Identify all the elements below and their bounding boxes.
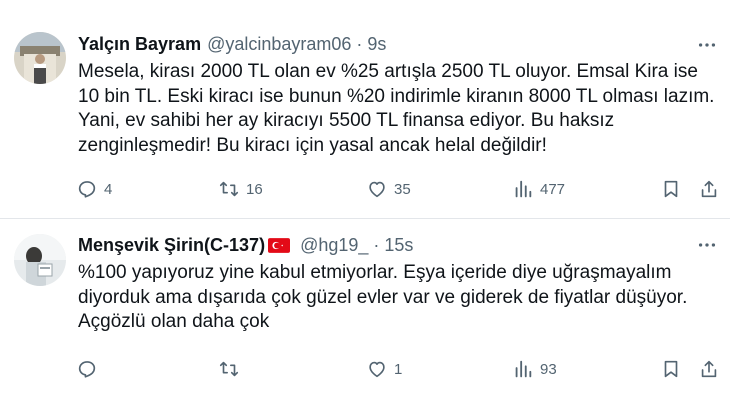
like-button[interactable]: 35	[366, 175, 411, 203]
reply-count: 4	[104, 180, 113, 198]
avatar[interactable]	[14, 32, 66, 84]
turkey-flag-icon	[268, 237, 291, 253]
tweet-text-line: 10 bin TL. Eski kiracı ise bunun %20 ind…	[78, 85, 715, 107]
tweet-text-line: diyorduk ama dışarıda çok güzel evler va…	[78, 286, 688, 308]
more-button[interactable]	[694, 232, 720, 258]
like-icon	[369, 181, 385, 198]
separator-dot: ·	[373, 234, 380, 255]
tweet[interactable]: Yalçın Bayram @yalcinbayram06 · 9s Mesel…	[0, 0, 730, 219]
like-count: 1	[394, 360, 403, 378]
bookmark-icon	[664, 360, 678, 378]
tweet-text: Mesela, kirası 2000 TL olan ev %25 artış…	[78, 60, 718, 158]
author-name[interactable]: Yalçın Bayram	[78, 34, 201, 55]
author-handle[interactable]: @yalcinbayram06	[207, 34, 351, 55]
tweet-text-line: Mesela, kirası 2000 TL olan ev %25 artış…	[78, 61, 698, 82]
views-button[interactable]: 477	[512, 175, 565, 203]
tweet-text-line: Yani, ev sahibi her ay kiracıyı 5500 TL …	[78, 110, 615, 131]
view-count: 93	[540, 360, 557, 378]
author-handle[interactable]: @hg19_	[300, 235, 368, 256]
tweet-header: Yalçın Bayram @yalcinbayram06 · 9s	[78, 31, 386, 57]
retweet-icon	[219, 181, 239, 197]
reply-icon	[78, 361, 96, 378]
reply-icon	[78, 181, 96, 198]
tweet-actions: 4 16 35 477	[70, 175, 730, 203]
more-button[interactable]	[694, 32, 720, 58]
author-name[interactable]: Menşevik Şirin(C-137)	[78, 235, 265, 256]
retweet-button[interactable]: 16	[218, 175, 263, 203]
timestamp[interactable]: 9s	[367, 34, 386, 55]
like-icon	[369, 361, 385, 378]
reply-button[interactable]: 4	[76, 175, 112, 203]
separator-dot: ·	[356, 33, 363, 54]
like-button[interactable]: 1	[366, 355, 402, 383]
bookmark-button[interactable]	[660, 355, 682, 383]
tweet[interactable]: Menşevik Şirin(C-137) @hg19_ · 15s %100 …	[0, 220, 730, 420]
share-button[interactable]	[698, 175, 720, 203]
tweet-actions: 1 93	[70, 355, 730, 383]
more-icon	[698, 43, 716, 47]
bookmark-button[interactable]	[660, 175, 682, 203]
bookmark-icon	[664, 180, 678, 198]
share-icon	[701, 180, 717, 198]
tweet-header: Menşevik Şirin(C-137) @hg19_ · 15s	[78, 232, 413, 258]
view-count: 477	[540, 180, 566, 198]
share-icon	[701, 360, 717, 378]
avatar[interactable]	[14, 234, 66, 286]
views-button[interactable]: 93	[512, 355, 557, 383]
tweet-text-line: %100 yapıyoruz yine kabul etmiyorlar. Eş…	[78, 262, 672, 283]
tweet-feed: Yalçın Bayram @yalcinbayram06 · 9s Mesel…	[0, 0, 730, 420]
views-icon	[515, 180, 532, 198]
retweet-count: 16	[246, 180, 263, 198]
reply-button[interactable]	[76, 355, 104, 383]
views-icon	[515, 360, 532, 378]
retweet-icon	[219, 361, 239, 377]
timestamp[interactable]: 15s	[384, 235, 413, 256]
more-icon	[698, 243, 716, 247]
like-count: 35	[394, 180, 411, 198]
retweet-button[interactable]	[218, 355, 246, 383]
tweet-text-line: zenginleşmedir! Bu kiracı için yasal anc…	[78, 134, 547, 156]
tweet-text: %100 yapıyoruz yine kabul etmiyorlar. Eş…	[78, 261, 718, 335]
share-button[interactable]	[698, 355, 720, 383]
tweet-text-line: Açgözlü olan daha çok	[78, 311, 270, 332]
